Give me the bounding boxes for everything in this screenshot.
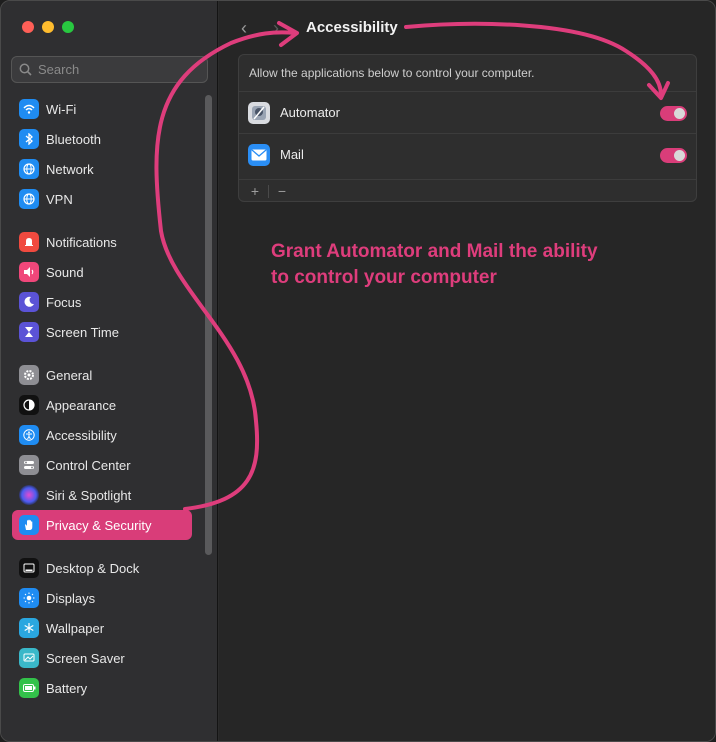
sidebar-item-label: Appearance bbox=[46, 397, 117, 413]
sidebar-item-label: VPN bbox=[46, 191, 73, 207]
sun-icon bbox=[19, 588, 39, 608]
sidebar-item-label: Wallpaper bbox=[46, 620, 105, 636]
sidebar-item-label: Network bbox=[46, 161, 94, 177]
sidebar-item-label: Screen Time bbox=[46, 324, 119, 340]
sidebar-item-bluetooth[interactable]: Bluetooth bbox=[12, 124, 192, 154]
search-field[interactable] bbox=[11, 56, 208, 83]
search-input[interactable] bbox=[38, 62, 198, 77]
sidebar-item-label: Siri & Spotlight bbox=[46, 487, 132, 503]
sidebar-item-network[interactable]: Network bbox=[12, 154, 192, 184]
screen-saver-icon bbox=[19, 648, 39, 668]
sidebar-item-desktop-dock[interactable]: Desktop & Dock bbox=[12, 553, 192, 583]
sidebar-scrollbar[interactable] bbox=[205, 95, 212, 555]
speaker-icon bbox=[19, 262, 39, 282]
dock-icon bbox=[19, 558, 39, 578]
sidebar-item-label: Notifications bbox=[46, 234, 117, 250]
moon-icon bbox=[19, 292, 39, 312]
accessibility-icon bbox=[19, 425, 39, 445]
sidebar-item-battery[interactable]: Battery bbox=[12, 673, 192, 703]
sidebar-item-wifi[interactable]: Wi-Fi bbox=[12, 94, 192, 124]
sidebar-item-sound[interactable]: Sound bbox=[12, 257, 192, 287]
mail-icon bbox=[248, 143, 270, 166]
forward-chevron-icon[interactable]: › bbox=[273, 18, 279, 39]
sidebar-item-label: Screen Saver bbox=[46, 650, 125, 666]
toolbar-divider bbox=[268, 184, 269, 198]
sidebar-item-appearance[interactable]: Appearance bbox=[12, 390, 192, 420]
sidebar-item-label: Battery bbox=[46, 680, 88, 696]
sidebar-item-control-center[interactable]: Control Center bbox=[12, 450, 192, 480]
sidebar-item-label: General bbox=[46, 367, 93, 383]
main-pane: ‹ › Accessibility Allow the applications… bbox=[219, 1, 715, 741]
sidebar-item-label: Wi-Fi bbox=[46, 101, 77, 117]
remove-button[interactable]: − bbox=[273, 183, 291, 199]
panel-description: Allow the applications below to control … bbox=[249, 66, 535, 80]
sidebar-item-vpn[interactable]: VPN bbox=[12, 184, 192, 214]
control-center-icon bbox=[19, 455, 39, 475]
sidebar-item-wallpaper[interactable]: Wallpaper bbox=[12, 613, 192, 643]
add-button[interactable]: + bbox=[246, 183, 264, 199]
sidebar-item-label: Focus bbox=[46, 294, 82, 310]
hourglass-icon bbox=[19, 322, 39, 342]
sidebar-item-screen-time[interactable]: Screen Time bbox=[12, 317, 192, 347]
app-name: Automator bbox=[280, 105, 340, 120]
globe-icon bbox=[19, 159, 39, 179]
sidebar-item-general[interactable]: General bbox=[12, 360, 192, 390]
sidebar-item-focus[interactable]: Focus bbox=[12, 287, 192, 317]
battery-icon bbox=[19, 678, 39, 698]
sidebar-item-notifications[interactable]: Notifications bbox=[12, 227, 192, 257]
sidebar-item-privacy-security[interactable]: Privacy & Security bbox=[12, 510, 192, 540]
sidebar-item-label: Displays bbox=[46, 590, 96, 606]
page-title: Accessibility bbox=[306, 19, 398, 36]
app-name: Mail bbox=[280, 147, 304, 162]
toggle-knob bbox=[674, 108, 685, 119]
close-button[interactable] bbox=[22, 21, 34, 33]
sidebar-item-accessibility[interactable]: Accessibility bbox=[12, 420, 192, 450]
list-toolbar: + − bbox=[239, 179, 696, 202]
sidebar-item-label: Privacy & Security bbox=[46, 517, 152, 533]
bluetooth-icon bbox=[19, 129, 39, 149]
annotation-line-1: Grant Automator and Mail the ability bbox=[271, 241, 598, 262]
app-row-mail: Mail bbox=[239, 133, 696, 175]
maximize-button[interactable] bbox=[62, 21, 74, 33]
settings-window: Wi-Fi Bluetooth Network VPN Notification… bbox=[0, 0, 716, 742]
vpn-globe-icon bbox=[19, 189, 39, 209]
app-row-automator: Automator bbox=[239, 91, 696, 133]
traffic-lights bbox=[22, 21, 74, 33]
apps-list-panel: Allow the applications below to control … bbox=[238, 54, 697, 202]
sidebar-item-displays[interactable]: Displays bbox=[12, 583, 192, 613]
siri-icon bbox=[19, 485, 39, 505]
wifi-icon bbox=[19, 99, 39, 119]
back-chevron-icon[interactable]: ‹ bbox=[241, 18, 247, 39]
toggle-knob bbox=[674, 150, 685, 161]
sidebar-item-siri-spotlight[interactable]: Siri & Spotlight bbox=[12, 480, 192, 510]
hand-icon bbox=[19, 515, 39, 535]
mail-toggle[interactable] bbox=[660, 148, 687, 163]
annotation-line-2: to control your computer bbox=[271, 267, 497, 288]
minimize-button[interactable] bbox=[42, 21, 54, 33]
sidebar-item-label: Control Center bbox=[46, 457, 131, 473]
bell-icon bbox=[19, 232, 39, 252]
sidebar-item-label: Bluetooth bbox=[46, 131, 101, 147]
automator-icon bbox=[248, 101, 270, 124]
sidebar-item-label: Accessibility bbox=[46, 427, 117, 443]
sidebar-item-label: Sound bbox=[46, 264, 84, 280]
sidebar-item-screen-saver[interactable]: Screen Saver bbox=[12, 643, 192, 673]
search-icon bbox=[19, 63, 32, 76]
appearance-icon bbox=[19, 395, 39, 415]
instruction-annotation: Grant Automator and Mail the ability to … bbox=[271, 239, 691, 291]
sidebar: Wi-Fi Bluetooth Network VPN Notification… bbox=[1, 1, 218, 741]
gear-icon bbox=[19, 365, 39, 385]
automator-toggle[interactable] bbox=[660, 106, 687, 121]
sidebar-item-label: Desktop & Dock bbox=[46, 560, 140, 576]
snowflake-icon bbox=[19, 618, 39, 638]
